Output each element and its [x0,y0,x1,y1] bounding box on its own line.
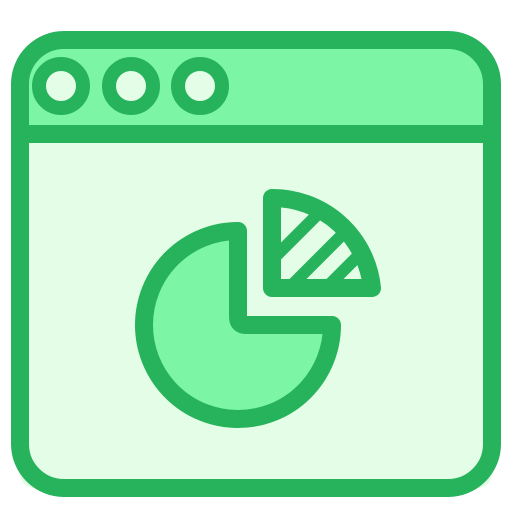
window-titlebar [20,40,492,134]
icon-canvas [0,0,512,512]
dot-icon-2 [102,57,160,115]
dot-icon-3 [171,57,229,115]
browser-window-pie-chart-icon [11,31,501,497]
window-content-area [20,134,492,488]
dot-icon-1 [32,57,90,115]
